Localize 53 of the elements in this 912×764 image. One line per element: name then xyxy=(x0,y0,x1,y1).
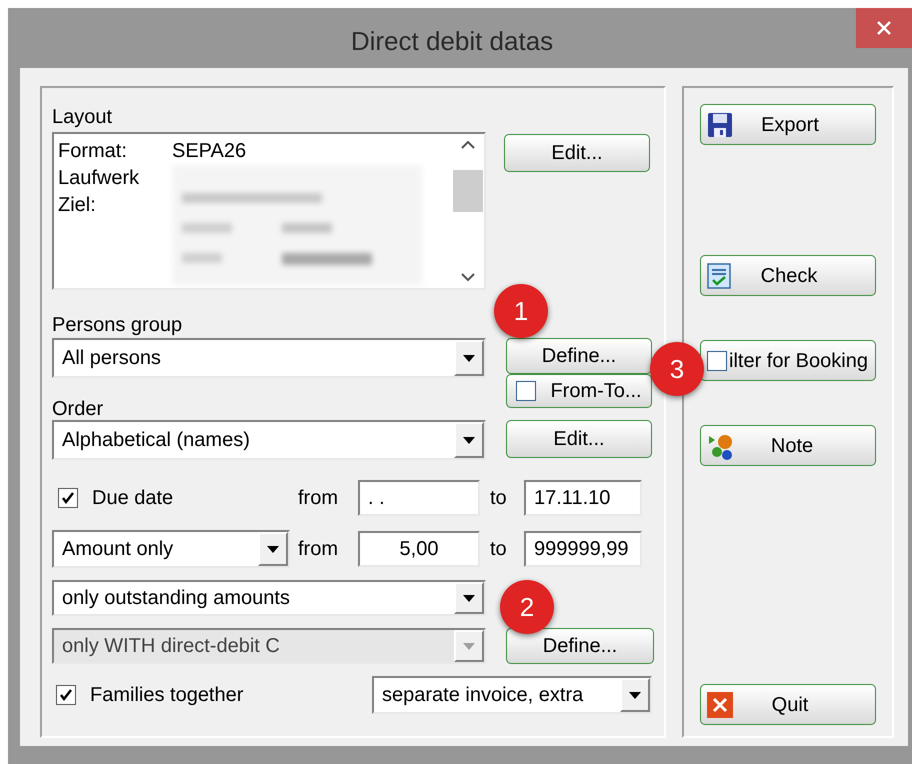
dropdown[interactable]: All persons xyxy=(52,338,486,378)
number-badge: 3 xyxy=(650,342,704,396)
note-button[interactable]: Note xyxy=(700,425,876,466)
edit-button[interactable]: Edit... xyxy=(504,134,650,172)
checkbox-label: Due date xyxy=(92,486,174,511)
text-field[interactable]: 5,00 xyxy=(358,531,480,567)
quit-button[interactable]: Quit xyxy=(700,684,876,725)
define-button[interactable]: Define... xyxy=(506,628,654,664)
window-title: Direct debit datas xyxy=(350,25,554,58)
close-icon xyxy=(876,20,892,36)
caret-icon xyxy=(629,692,641,698)
dropdown[interactable]: only outstanding amounts xyxy=(52,580,486,616)
text-field[interactable]: 999999,99 xyxy=(524,531,642,567)
scroll-up-icon xyxy=(461,140,475,149)
to-label: to xyxy=(489,486,508,511)
define-button[interactable]: Define... xyxy=(506,338,652,374)
from-label: from xyxy=(298,486,339,511)
export-button[interactable]: Export xyxy=(700,104,876,145)
caret-icon xyxy=(463,594,475,602)
list-value: SEPA26 xyxy=(172,139,248,164)
section-label: Order xyxy=(52,397,104,420)
dropdown[interactable]: separate invoice, extra xyxy=(372,676,652,714)
checkbox[interactable] xyxy=(516,381,536,401)
dropdown[interactable]: Amount only xyxy=(52,530,290,568)
list-label: Format: xyxy=(58,139,128,164)
number-badge: 2 xyxy=(500,580,554,634)
caret-icon xyxy=(463,436,475,444)
close-button[interactable] xyxy=(856,8,912,48)
checkbox[interactable] xyxy=(58,488,78,508)
filter-button[interactable]: ilter for Booking xyxy=(700,340,876,381)
caret-icon xyxy=(463,642,475,650)
close-icon xyxy=(707,692,733,718)
caret-icon xyxy=(267,546,279,552)
text-field[interactable]: . . xyxy=(358,480,480,516)
dropdown[interactable]: Alphabetical (names) xyxy=(52,420,486,460)
edit-button[interactable]: Edit... xyxy=(506,420,652,458)
from-to-button[interactable]: From-To... xyxy=(506,374,652,408)
scroll-down-icon xyxy=(461,273,475,282)
to-label: to xyxy=(489,537,508,562)
checkbox[interactable] xyxy=(56,685,76,705)
scroll-thumb[interactable] xyxy=(453,170,483,212)
list-label: Ziel: xyxy=(58,193,97,218)
checkbox-label: Families together xyxy=(90,683,244,708)
number-badge: 1 xyxy=(494,284,548,338)
checkbox[interactable] xyxy=(707,350,727,370)
checklist-icon xyxy=(707,262,731,288)
text-field[interactable]: 17.11.10 xyxy=(524,480,642,516)
list-label: Laufwerk xyxy=(58,166,140,191)
from-label: from xyxy=(297,537,339,562)
section-label: Layout xyxy=(52,105,112,128)
caret-icon xyxy=(463,354,475,362)
section-label: Persons group xyxy=(52,313,182,336)
check-button[interactable]: Check xyxy=(700,255,876,296)
